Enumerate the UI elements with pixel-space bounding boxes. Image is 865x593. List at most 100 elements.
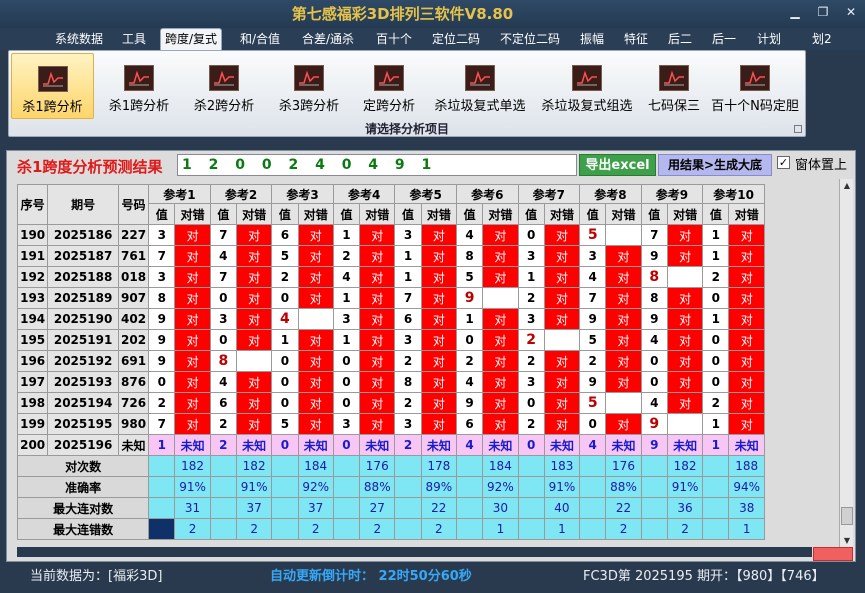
cell-value: 2 (394, 392, 422, 414)
export-excel-button[interactable]: 导出excel (579, 154, 656, 176)
row-seq: 194 (16, 308, 49, 330)
menu-item[interactable]: 定位二码 (432, 30, 480, 49)
cell-value: 3 (517, 371, 545, 393)
stats-spacer (394, 518, 422, 540)
row-seq: 198 (16, 392, 49, 414)
menu-item[interactable]: 划2 (812, 30, 832, 49)
cell-hit: 对 (359, 245, 396, 267)
cell-value: 1 (394, 245, 422, 267)
cell-value: 0 (332, 350, 361, 372)
expand-icon[interactable] (794, 125, 802, 133)
scroll-down-icon[interactable]: ▼ (841, 535, 853, 547)
cell-hit: 对 (666, 287, 704, 309)
table-row[interactable]: 196 2025192 691 9 对 8 0 对 0 对 2 对 2 对 2 对 2 对 0 对 0 对 (16, 350, 765, 372)
cell-hit: 对 (605, 329, 642, 351)
ribbon-label: 杀1跨分析 (108, 99, 170, 114)
menu-item[interactable]: 和/合值 (240, 30, 280, 49)
cell-value: 1 (394, 266, 422, 288)
minimize-icon[interactable]: ▁ (787, 5, 803, 19)
stats-spacer (579, 476, 607, 498)
ribbon-button[interactable]: 杀1跨分析 (11, 53, 94, 119)
stats-value: 94% (728, 476, 765, 498)
cell-hit: 对 (297, 287, 334, 309)
generate-base-button[interactable]: 用结果>生成大底 (658, 154, 772, 176)
row-number: 907 (117, 287, 150, 309)
cell-value: 4 (579, 266, 607, 288)
cell-value: 0 (148, 371, 176, 393)
stats-value: 37 (297, 497, 334, 519)
table-row[interactable]: 199 2025195 980 7 对 2 对 5 对 3 对 3 对 6 对 2 对 0 对 9 1 对 (16, 413, 765, 435)
ribbon-button[interactable]: 杀垃圾复式单选 (429, 53, 531, 119)
table-row[interactable]: 195 2025191 202 9 对 0 对 1 对 1 对 3 对 0 对 2 5 对 4 对 0 对 (16, 329, 765, 351)
subheader-value: 值 (394, 203, 422, 225)
cell-hit: 对 (482, 350, 519, 372)
cell-value: 8 (640, 287, 668, 309)
cell-hit: 对 (174, 329, 211, 351)
ribbon-button[interactable]: 七码保三 (642, 53, 706, 119)
ribbon-button[interactable]: 杀3跨分析 (269, 53, 349, 119)
table-row[interactable]: 191 2025187 761 7 对 4 对 5 对 2 对 1 对 8 对 3 对 3 对 9 对 1 对 (16, 245, 765, 267)
menu-item[interactable]: 不定位二码 (500, 30, 560, 49)
ribbon-button[interactable]: 杀1跨分析 (99, 53, 179, 119)
menu-item-active[interactable]: 跨度/复式 (160, 28, 223, 50)
menu-item[interactable]: 百十个 (376, 30, 412, 49)
table-row[interactable]: 192 2025188 018 3 对 7 对 2 对 4 对 1 对 5 对 1 对 4 对 8 2 对 (16, 266, 765, 288)
menu-item[interactable]: 系统数据 (55, 30, 103, 49)
cell-value: 0 (517, 392, 545, 414)
menu-item[interactable]: 合差/通杀 (302, 30, 354, 49)
ribbon-button[interactable]: 定跨分析 (354, 53, 424, 119)
menu-item[interactable]: 计划 (757, 30, 781, 49)
ribbon-button[interactable]: 杀垃圾复式组选 (536, 53, 638, 119)
cell-value: 9 (640, 413, 668, 435)
topmost-checkbox[interactable]: ✓ (777, 156, 790, 169)
stats-spacer (517, 455, 545, 477)
cell-hit: 对 (605, 287, 642, 309)
cell-value: 0 (702, 371, 730, 393)
stats-spacer (640, 497, 668, 519)
ribbon-button[interactable]: 杀2跨分析 (184, 53, 264, 119)
cell-value: 6 (394, 308, 422, 330)
table-row[interactable]: 194 2025190 402 9 对 3 对 4 3 对 6 对 1 对 3 对 9 对 9 对 1 对 (16, 308, 765, 330)
table-row[interactable]: 197 2025193 876 0 对 4 对 0 对 0 对 8 对 4 对 3 对 9 对 0 对 0 对 (16, 371, 765, 393)
chart-icon (124, 65, 154, 91)
stats-value: 89% (420, 476, 457, 498)
cell-value: 3 (332, 308, 361, 330)
vertical-scrollbar[interactable]: ▲ ▼ (839, 179, 853, 549)
chart-icon (740, 65, 770, 91)
stats-value: 2 (666, 518, 704, 540)
cell-value: 7 (148, 413, 176, 435)
cell-value: 4 (271, 308, 299, 330)
table-row[interactable]: 190 2025186 227 3 对 7 对 6 对 1 对 3 对 4 对 0 对 5 7 对 1 对 (16, 224, 765, 246)
menu-item[interactable]: 振幅 (580, 30, 604, 49)
close-icon[interactable]: ✕ (843, 5, 859, 19)
menu-item[interactable]: 工具 (122, 30, 146, 49)
cell-hit: 对 (543, 266, 581, 288)
stats-spacer (702, 455, 730, 477)
cell-hit: 对 (359, 287, 396, 309)
pending-status: 未知 (297, 434, 334, 456)
ribbon-label: 杀3跨分析 (278, 99, 340, 114)
ribbon-label: 杀垃圾复式组选 (541, 99, 633, 114)
cell-value: 9 (148, 308, 176, 330)
cell-value: 9 (579, 308, 607, 330)
table-row[interactable]: 198 2025194 726 2 对 6 对 0 对 0 对 2 对 9 对 0 对 5 4 对 2 对 (16, 392, 765, 414)
cell-value: 3 (209, 308, 237, 330)
menu-item[interactable]: 特征 (624, 30, 648, 49)
menu-item[interactable]: 后二 (668, 30, 692, 49)
resize-grip[interactable] (813, 547, 853, 561)
pending-value: 4 (455, 434, 484, 456)
menu-item[interactable]: 后一 (712, 30, 736, 49)
table-row[interactable]: 193 2025189 907 8 对 0 对 0 对 1 对 7 对 9 2 对 7 对 8 对 0 对 (16, 287, 765, 309)
prediction-result-field[interactable]: 1 2 0 0 2 4 0 4 9 1 (177, 154, 577, 176)
scroll-up-icon[interactable]: ▲ (841, 180, 853, 192)
subheader-value: 值 (148, 203, 176, 225)
ribbon-button[interactable]: 百十个N码定胆 (708, 53, 802, 119)
cell-value: 2 (332, 245, 361, 267)
cell-hit: 对 (235, 245, 273, 267)
subheader-value: 值 (579, 203, 607, 225)
scroll-thumb[interactable] (841, 507, 853, 525)
cell-value: 4 (455, 371, 484, 393)
cell-hit (666, 266, 704, 288)
pending-period: 2025196 (47, 434, 119, 456)
maximize-icon[interactable]: ❐ (815, 5, 831, 19)
